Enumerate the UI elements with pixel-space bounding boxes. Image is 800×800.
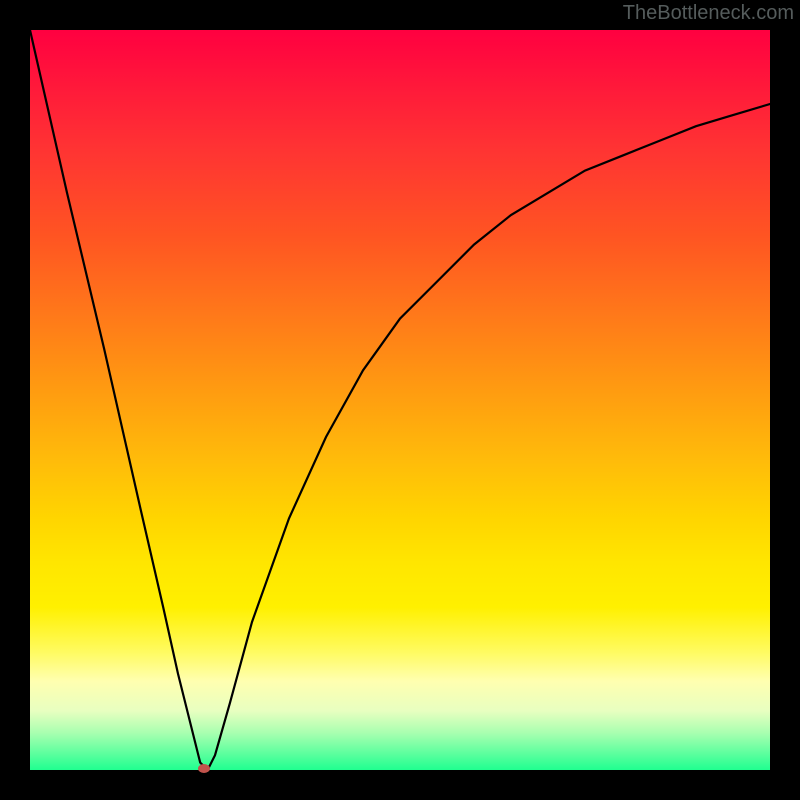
watermark-text: TheBottleneck.com: [623, 2, 794, 25]
bottleneck-curve-path: [30, 30, 770, 770]
chart-plot-area: [30, 30, 770, 770]
minimum-marker: [198, 764, 210, 773]
chart-svg: [30, 30, 770, 770]
